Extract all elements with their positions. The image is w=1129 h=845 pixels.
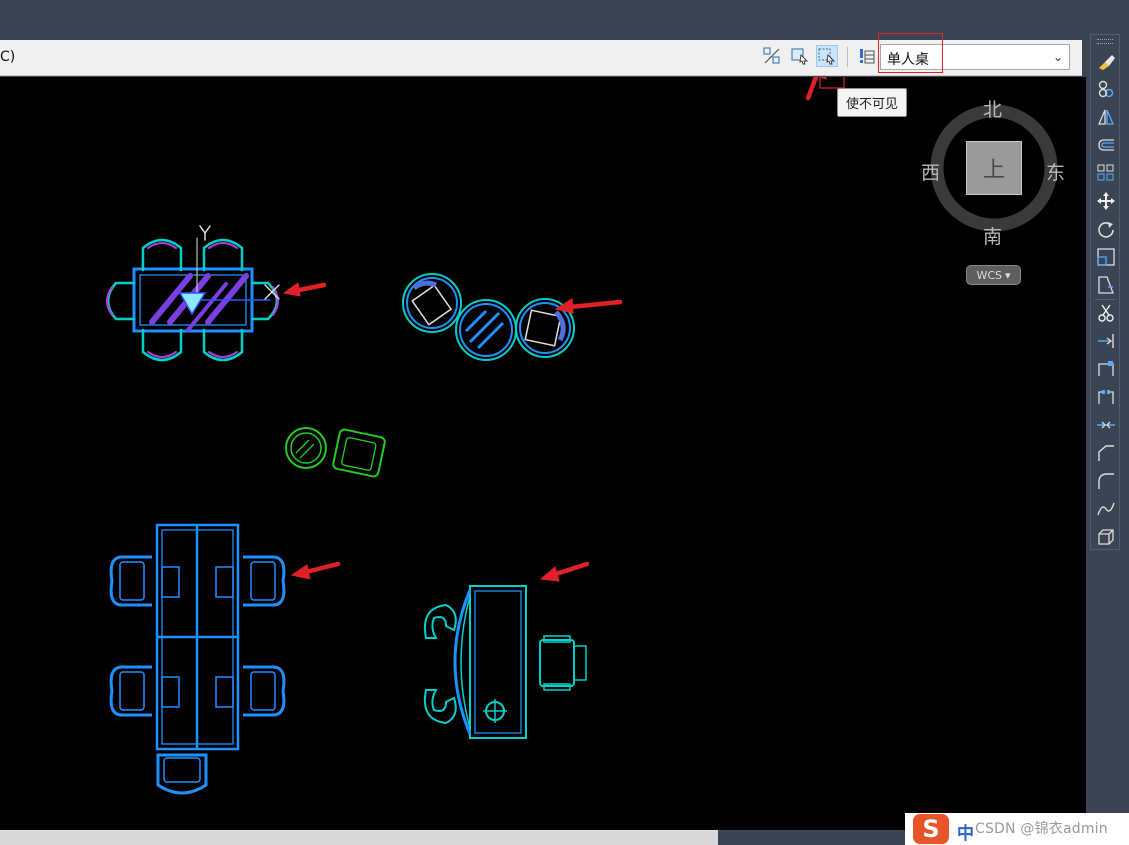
erase-icon[interactable] <box>1094 49 1118 73</box>
toolbar-left-text: C) <box>0 49 16 65</box>
make-visible-button[interactable] <box>789 45 811 67</box>
visibility-toggle-button[interactable] <box>761 45 783 67</box>
move-icon[interactable] <box>1094 189 1118 213</box>
caret-down-icon: ▾ <box>1005 268 1011 282</box>
tooltip: 使不可见 <box>837 88 908 117</box>
fillet-icon[interactable] <box>1094 469 1118 493</box>
single-desk-block <box>424 585 587 739</box>
viewcube-north[interactable]: 北 <box>983 95 1002 122</box>
annotation-highlight-box <box>878 33 943 73</box>
dining-table-block <box>106 225 280 362</box>
block-invisible-icon <box>818 48 836 65</box>
rotate-icon[interactable] <box>1094 217 1118 241</box>
visibility-toggle-icon <box>763 47 780 64</box>
make-invisible-button[interactable] <box>816 45 838 67</box>
viewcube-west[interactable]: 西 <box>921 158 940 185</box>
title-strip <box>0 0 1086 36</box>
block-table-icon <box>860 49 875 64</box>
scale-icon[interactable] <box>1094 245 1118 269</box>
wcs-menu-button[interactable]: WCS ▾ <box>966 265 1021 285</box>
side-table-armchair-block <box>285 427 386 478</box>
break-icon[interactable] <box>1094 385 1118 409</box>
wcs-label: WCS <box>976 268 1002 282</box>
trim-icon[interactable] <box>1094 301 1118 325</box>
viewcube-face-label: 上 <box>982 158 1005 183</box>
extend-icon[interactable] <box>1094 329 1118 353</box>
drawing-canvas[interactable] <box>0 77 1086 830</box>
annotation-arrows <box>282 77 827 582</box>
mirror-icon[interactable] <box>1094 105 1118 129</box>
modify-toolbar <box>1090 34 1120 550</box>
visibility-states-button[interactable] <box>855 45 877 67</box>
toolbar-separator <box>1095 299 1115 300</box>
join-icon[interactable] <box>1094 413 1118 437</box>
workstation-block <box>109 523 286 795</box>
offset-icon[interactable] <box>1094 133 1118 157</box>
chamfer-icon[interactable] <box>1094 441 1118 465</box>
explode-icon[interactable] <box>1094 525 1118 549</box>
ime-mode-indicator[interactable]: 中 <box>957 819 974 844</box>
viewcube-east[interactable]: 东 <box>1046 158 1065 185</box>
sogou-ime-logo-icon[interactable]: S <box>913 814 949 844</box>
cad-drawing <box>106 77 1058 795</box>
toolbar-separator <box>847 47 848 67</box>
viewcube-south[interactable]: 南 <box>983 222 1002 249</box>
copy-icon[interactable] <box>1094 77 1118 101</box>
array-icon[interactable] <box>1094 161 1118 185</box>
break-at-point-icon[interactable] <box>1094 357 1118 381</box>
block-select-icon <box>791 48 809 65</box>
stretch-icon[interactable] <box>1094 273 1118 297</box>
toolbar-grip[interactable] <box>1097 39 1113 44</box>
horizontal-scrollbar[interactable] <box>0 830 718 845</box>
viewcube-top-face[interactable]: 上 <box>966 141 1022 195</box>
blend-curves-icon[interactable] <box>1094 497 1118 521</box>
watermark: CSDN @锦衣admin <box>975 821 1108 837</box>
round-tea-set-block <box>402 273 575 361</box>
chevron-down-icon: ⌄ <box>1052 50 1063 64</box>
